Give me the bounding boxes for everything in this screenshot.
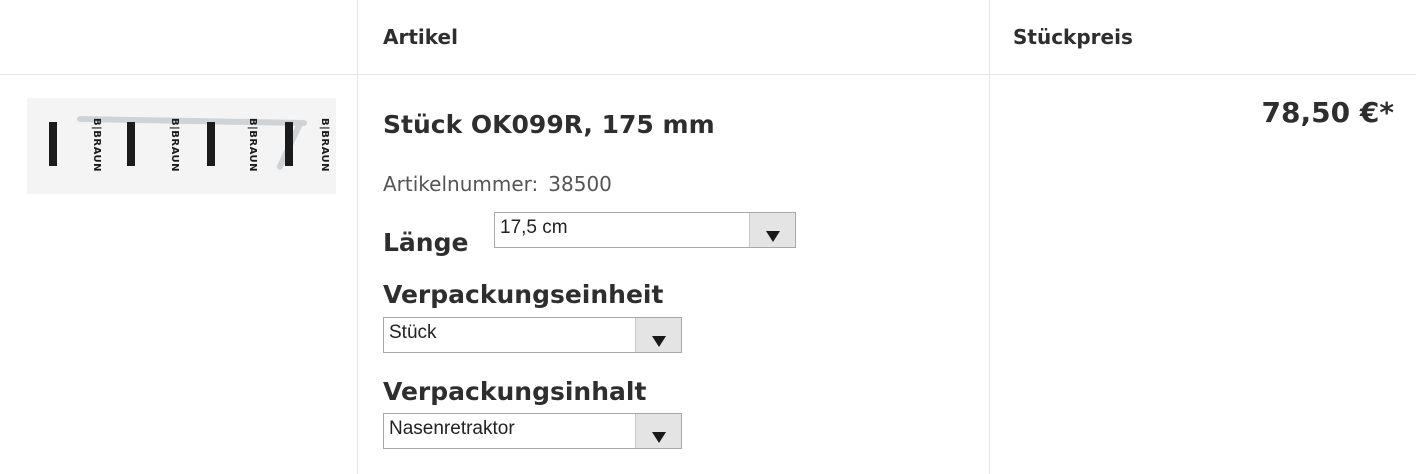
- packaging-unit-label: Verpackungseinheit: [383, 280, 664, 309]
- length-select[interactable]: 17,5 cm: [494, 212, 796, 248]
- column-divider: [357, 0, 358, 474]
- brand-mark: B|BRAUN: [169, 118, 180, 173]
- barcode-mark: [127, 122, 135, 166]
- triangle-down-icon: [651, 336, 666, 347]
- barcode-mark: [207, 122, 215, 166]
- article-number: Artikelnummer: 38500: [383, 172, 612, 196]
- instrument-shape: [76, 115, 308, 127]
- triangle-down-icon: [651, 432, 666, 443]
- barcode-mark: [49, 122, 57, 166]
- unit-price: 78,50 €*: [1261, 96, 1394, 129]
- brand-mark: B|BRAUN: [247, 118, 258, 173]
- packaging-content-select[interactable]: Nasenretraktor: [383, 413, 682, 449]
- brand-mark: B|BRAUN: [91, 118, 102, 173]
- article-number-value: 38500: [548, 172, 612, 196]
- article-number-label: Artikelnummer:: [383, 172, 539, 196]
- packaging-unit-select[interactable]: Stück: [383, 317, 682, 353]
- packaging-content-label: Verpackungsinhalt: [383, 377, 647, 406]
- header-divider: [0, 74, 1416, 75]
- dropdown-button[interactable]: [635, 414, 681, 448]
- column-header-unit-price: Stückpreis: [1013, 0, 1133, 74]
- column-header-article: Artikel: [383, 0, 458, 74]
- column-header-unit-price-label: Stückpreis: [1013, 25, 1133, 49]
- brand-mark: B|BRAUN: [319, 118, 330, 173]
- triangle-down-icon: [765, 231, 780, 242]
- length-label: Länge: [383, 228, 469, 257]
- dropdown-button[interactable]: [635, 318, 681, 352]
- packaging-unit-select-value: Stück: [389, 322, 437, 343]
- column-header-article-label: Artikel: [383, 25, 458, 49]
- barcode-mark: [285, 122, 293, 166]
- product-name[interactable]: Stück OK099R, 175 mm: [383, 110, 715, 139]
- length-select-value: 17,5 cm: [500, 217, 568, 238]
- dropdown-button[interactable]: [749, 213, 795, 247]
- column-divider: [989, 0, 990, 474]
- product-image[interactable]: B|BRAUN B|BRAUN B|BRAUN B|BRAUN: [27, 98, 336, 194]
- packaging-content-select-value: Nasenretraktor: [389, 418, 515, 439]
